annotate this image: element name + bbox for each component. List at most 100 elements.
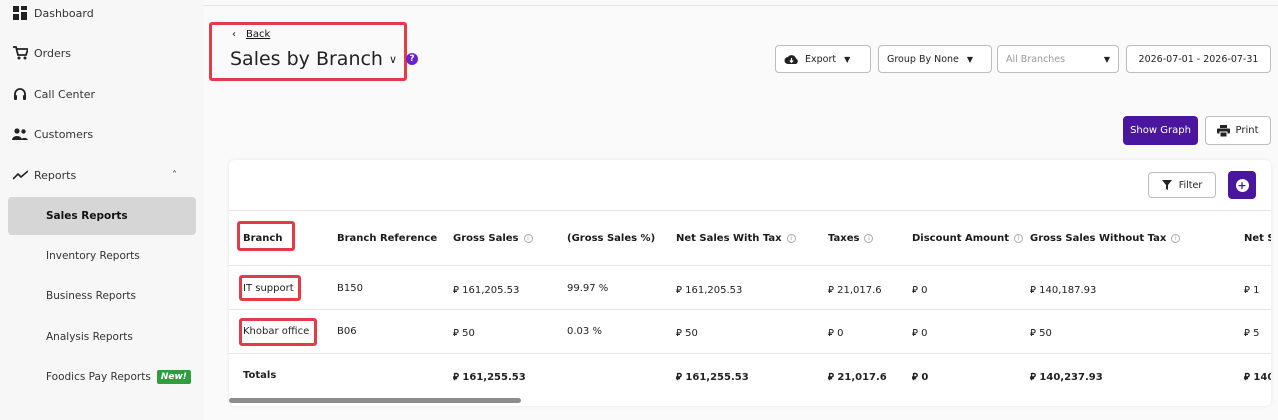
plus-icon: + (1235, 178, 1249, 192)
sidebar-subitem-business-reports[interactable]: Business Reports (8, 277, 196, 315)
back-link[interactable]: ‹ Back (232, 29, 270, 40)
headset-icon (12, 86, 28, 102)
table-divider (229, 353, 1271, 354)
column-header-text: Net Sa (1244, 233, 1271, 244)
show-graph-label: Show Graph (1130, 125, 1191, 136)
show-graph-button[interactable]: Show Graph (1123, 116, 1198, 145)
table-cell-text: ⃁ 0 (828, 328, 844, 339)
table-cell-text: ⃁ 50 (1030, 328, 1052, 339)
print-button[interactable]: Print (1205, 116, 1271, 145)
caret-down-icon: ▼ (844, 54, 851, 64)
info-icon[interactable]: i (786, 233, 796, 243)
table-cell-text: ⃁ 140,187.93 (1030, 285, 1097, 296)
row-highlight (239, 275, 301, 301)
table-cell: ⃁ 21,017.6 (828, 283, 882, 296)
column-header: Discount Amount i (912, 233, 1024, 244)
group-by-label: Group By None (887, 53, 959, 65)
column-header-text: Branch Reference (337, 233, 438, 244)
column-header: (Gross Sales %) (567, 233, 655, 244)
cloud-download-icon (784, 54, 799, 65)
chevron-up-icon[interactable]: ˄ (172, 170, 177, 181)
totals-cell-text: ⃁ 140, (1244, 372, 1271, 383)
table-cell: ⃁ 161,205.53 (453, 283, 519, 296)
info-icon[interactable]: i (1014, 233, 1024, 243)
branches-placeholder: All Branches (1006, 53, 1066, 65)
totals-cell: ⃁ 21,017.6 (828, 370, 887, 383)
chevron-left-icon: ‹ (232, 29, 236, 40)
branch-header-highlight (237, 221, 295, 251)
table-cell: ⃁ 0 (912, 326, 927, 339)
sidebar-subitem-analysis-reports[interactable]: Analysis Reports (8, 318, 196, 356)
help-icon[interactable]: ? (406, 53, 419, 65)
column-header-text: Net Sales With Tax (676, 233, 782, 244)
page-title[interactable]: Sales by Branch ∨ ? (230, 48, 419, 70)
table-cell-text: ⃁ 161,205.53 (453, 285, 520, 296)
column-header: Taxes i (828, 233, 874, 244)
totals-cell: ⃁ 161,255.53 (676, 370, 749, 383)
sidebar-item-reports[interactable]: Reports ˄ (0, 155, 204, 195)
add-button[interactable]: + (1228, 171, 1256, 199)
column-header: Branch Reference (337, 233, 437, 244)
filter-button[interactable]: Filter (1148, 172, 1216, 198)
export-label: Export (805, 53, 837, 65)
column-header-text: (Gross Sales %) (567, 233, 656, 244)
table-divider (229, 210, 1271, 211)
table-cell: ⃁ 161,205.53 (676, 283, 742, 296)
caret-down-icon: ▼ (966, 54, 974, 64)
sidebar-item-call-center[interactable]: Call Center (0, 74, 204, 114)
column-header: Gross Sales i (453, 233, 533, 244)
table-cell: ⃁ 50 (453, 326, 475, 339)
table-cell-text: B150 (337, 283, 363, 294)
group-by-dropdown[interactable]: Group By None ▼ (878, 45, 992, 73)
caret-down-icon: ▼ (1103, 54, 1110, 64)
trend-icon (12, 167, 28, 183)
totals-cell-text: ⃁ 140,237.93 (1030, 372, 1103, 383)
report-card: Filter + Branch Branch Reference Gross Sal… (229, 160, 1271, 406)
sidebar-item-dashboard[interactable]: Dashboard (0, 0, 204, 33)
sidebar-subitem-label: Foodics Pay Reports (46, 371, 151, 383)
cart-icon (12, 45, 28, 61)
table-cell: B06 (337, 326, 357, 337)
sidebar-subitem-foodics-pay-reports[interactable]: Foodics Pay Reports New! (8, 358, 196, 396)
sidebar-item-label: Customers (34, 127, 94, 141)
table-cell-text: ⃁ 0 (912, 285, 928, 296)
table-cell: ⃁ 1 (1244, 283, 1259, 296)
date-range-picker[interactable]: 2026-07-01 - 2026-07-31 (1126, 45, 1271, 73)
new-badge: New! (156, 370, 191, 384)
table-cell: ⃁ 50 (676, 326, 698, 339)
sidebar-subitem-sales-reports[interactable]: Sales Reports (8, 197, 196, 235)
sidebar-item-orders[interactable]: Orders (0, 33, 204, 73)
dashboard-icon (12, 5, 28, 21)
table-cell: 0.03 % (567, 326, 602, 337)
table-cell: ⃁ 50 (1030, 326, 1052, 339)
page-title-text: Sales by Branch (230, 48, 383, 70)
export-button[interactable]: Export ▼ (775, 45, 871, 73)
table-cell-text: ⃁ 1 (1244, 285, 1260, 296)
sidebar-subitem-inventory-reports[interactable]: Inventory Reports (8, 237, 196, 275)
sidebar-subitem-label: Business Reports (46, 290, 136, 302)
totals-cell: ⃁ 140, (1244, 370, 1271, 383)
sidebar-item-customers[interactable]: Customers (0, 114, 204, 154)
filter-icon (1161, 180, 1172, 190)
table-cell: ⃁ 5 (1244, 326, 1259, 339)
info-icon[interactable]: i (523, 233, 533, 243)
totals-cell: ⃁ 140,237.93 (1030, 370, 1103, 383)
table-cell-text: B06 (337, 326, 357, 337)
totals-cell: Totals (243, 370, 276, 381)
sidebar-item-label: Orders (34, 46, 71, 60)
totals-cell: ⃁ 0 (912, 370, 928, 383)
sidebar: Dashboard Orders Call Center Customers R… (0, 0, 204, 420)
table-cell-text: 0.03 % (567, 326, 602, 337)
row-highlight (239, 318, 317, 346)
info-icon[interactable]: i (864, 233, 874, 243)
sidebar-item-label: Reports (34, 168, 77, 182)
table-cell: ⃁ 0 (912, 283, 927, 296)
info-icon[interactable]: i (1171, 233, 1181, 243)
column-header-text: Taxes (828, 233, 860, 244)
totals-cell-text: ⃁ 161,255.53 (453, 372, 526, 383)
table-cell: ⃁ 0 (828, 326, 843, 339)
branches-select[interactable]: All Branches ▼ (997, 45, 1119, 73)
table-cell: B150 (337, 283, 363, 294)
horizontal-scrollbar[interactable] (229, 398, 521, 403)
table-cell: ⃁ 140,187.93 (1030, 283, 1096, 296)
